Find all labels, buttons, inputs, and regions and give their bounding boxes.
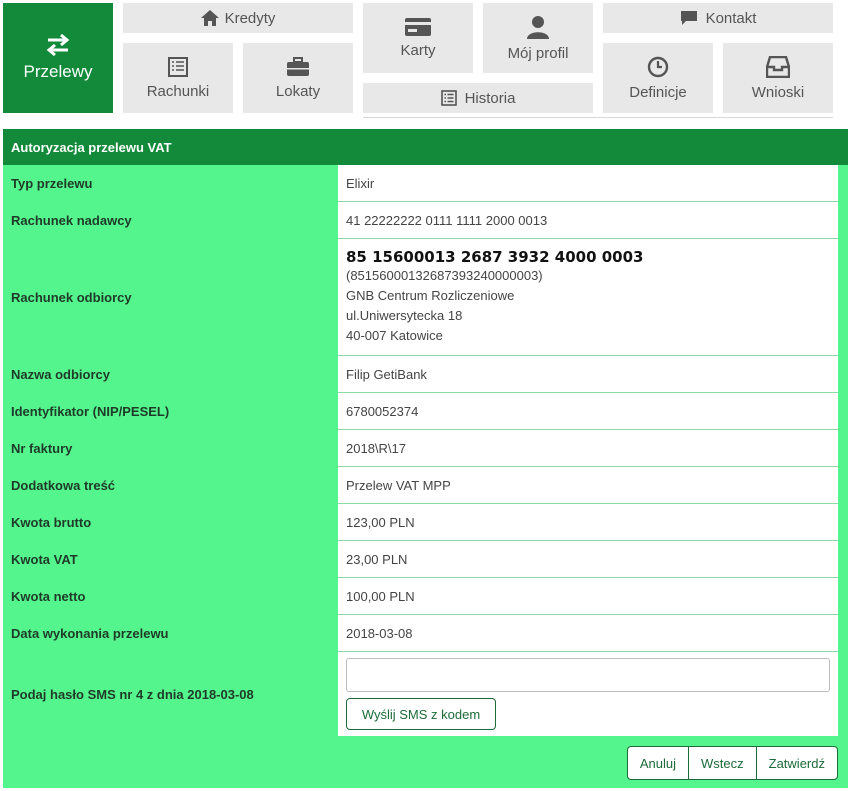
cancel-button[interactable]: Anuluj	[626, 746, 689, 780]
chat-icon	[680, 10, 698, 26]
row-value: 41 22222222 0111 1111 2000 0013	[338, 202, 838, 239]
nav-rachunki[interactable]: Rachunki	[123, 43, 233, 113]
detail-row-vat-amount: Kwota VAT 23,00 PLN	[3, 541, 848, 578]
nav-przelewy[interactable]: Przelewy	[3, 3, 113, 113]
clock-icon	[647, 56, 669, 78]
row-label: Kwota brutto	[11, 515, 92, 530]
nav-przelewy-label: Przelewy	[23, 62, 93, 81]
row-value: 2018-03-08	[338, 615, 838, 652]
recipient-account-number: 85 15600013 2687 3932 4000 0003	[346, 248, 644, 266]
row-value: Filip GetiBank	[338, 356, 838, 393]
send-sms-button[interactable]: Wyślij SMS z kodem	[346, 698, 496, 730]
sms-label: Podaj hasło SMS nr 4 z dnia 2018-03-08	[11, 686, 254, 702]
detail-row-sender-account: Rachunek nadawcy 41 22222222 0111 1111 2…	[3, 202, 848, 239]
vat-transfer-authorization-panel: Autoryzacja przelewu VAT Typ przelewu El…	[3, 129, 848, 788]
row-value: Elixir	[338, 165, 838, 202]
sms-code-block: Wyślij SMS z kodem	[338, 652, 838, 736]
nav-rachunki-label: Rachunki	[146, 82, 210, 100]
nav-historia[interactable]: Historia	[363, 83, 593, 113]
nav-kredyty[interactable]: Kredyty	[123, 3, 353, 33]
home-icon	[200, 10, 219, 26]
nav-lokaty-label: Lokaty	[275, 82, 321, 100]
row-label: Nr faktury	[11, 441, 73, 456]
nav-definicje-label: Definicje	[629, 83, 687, 101]
nav-divider	[363, 117, 833, 118]
nav-definicje[interactable]: Definicje	[603, 43, 713, 113]
user-icon	[526, 15, 550, 39]
nav-moj-profil[interactable]: Mój profil	[483, 3, 593, 73]
briefcase-icon	[286, 56, 310, 77]
row-value: 2018\R\17	[338, 430, 838, 467]
row-label: Rachunek nadawcy	[11, 213, 132, 228]
row-label: Typ przelewu	[11, 176, 93, 191]
row-label: Nazwa odbiorcy	[11, 367, 110, 382]
detail-row-transfer-type: Typ przelewu Elixir	[3, 165, 848, 202]
row-value: 100,00 PLN	[338, 578, 838, 615]
confirm-button[interactable]: Zatwierdź	[755, 746, 838, 780]
row-label: Kwota VAT	[11, 552, 78, 567]
main-navigation: Przelewy Kredyty Rachunki Lokaty Karty M…	[0, 0, 853, 125]
row-value: 23,00 PLN	[338, 541, 838, 578]
row-label: Identyfikator (NIP/PESEL)	[11, 404, 170, 419]
form-actions: Anuluj Wstecz Zatwierdź	[626, 746, 838, 780]
sms-code-input[interactable]	[346, 658, 830, 692]
recipient-account-block: 85 15600013 2687 3932 4000 0003 (8515600…	[338, 239, 838, 356]
nav-moj-profil-label: Mój profil	[507, 44, 569, 62]
row-label: Kwota netto	[11, 589, 86, 604]
nav-historia-label: Historia	[464, 89, 516, 107]
inbox-icon	[766, 55, 790, 78]
recipient-account-raw: (85156000132687393240000003)	[346, 268, 543, 283]
row-value: 6780052374	[338, 393, 838, 430]
panel-title: Autoryzacja przelewu VAT	[3, 129, 848, 165]
row-label: Data wykonania przelewu	[11, 626, 169, 641]
nav-karty[interactable]: Karty	[363, 3, 473, 73]
detail-row-additional-text: Dodatkowa treść Przelew VAT MPP	[3, 467, 848, 504]
list-icon	[440, 90, 457, 106]
nav-lokaty[interactable]: Lokaty	[243, 43, 353, 113]
row-value: Przelew VAT MPP	[338, 467, 838, 504]
nav-wnioski-label: Wnioski	[751, 83, 805, 101]
row-label: Dodatkowa treść	[11, 478, 116, 493]
nav-kontakt[interactable]: Kontakt	[603, 3, 833, 33]
detail-row-invoice-number: Nr faktury 2018\R\17	[3, 430, 848, 467]
nav-kredyty-label: Kredyty	[224, 9, 276, 27]
detail-row-sms-code: Podaj hasło SMS nr 4 z dnia 2018-03-08 W…	[3, 652, 848, 736]
detail-row-execution-date: Data wykonania przelewu 2018-03-08	[3, 615, 848, 652]
recipient-bank-city: 40-007 Katowice	[346, 328, 443, 343]
detail-row-identifier: Identyfikator (NIP/PESEL) 6780052374	[3, 393, 848, 430]
card-icon	[405, 17, 431, 36]
nav-kontakt-label: Kontakt	[705, 9, 757, 27]
recipient-bank-street: ul.Uniwersytecka 18	[346, 308, 463, 323]
nav-karty-label: Karty	[400, 41, 436, 59]
transfer-arrows-icon	[44, 34, 72, 56]
back-button[interactable]: Wstecz	[688, 746, 756, 780]
recipient-bank-name: GNB Centrum Rozliczeniowe	[346, 288, 515, 303]
row-value: 123,00 PLN	[338, 504, 838, 541]
ledger-icon	[168, 56, 188, 77]
detail-row-recipient-name: Nazwa odbiorcy Filip GetiBank	[3, 356, 848, 393]
detail-row-recipient-account: Rachunek odbiorcy 85 15600013 2687 3932 …	[3, 239, 848, 356]
detail-row-net-amount: Kwota netto 100,00 PLN	[3, 578, 848, 615]
nav-wnioski[interactable]: Wnioski	[723, 43, 833, 113]
row-label: Rachunek odbiorcy	[11, 290, 132, 305]
detail-row-gross-amount: Kwota brutto 123,00 PLN	[3, 504, 848, 541]
